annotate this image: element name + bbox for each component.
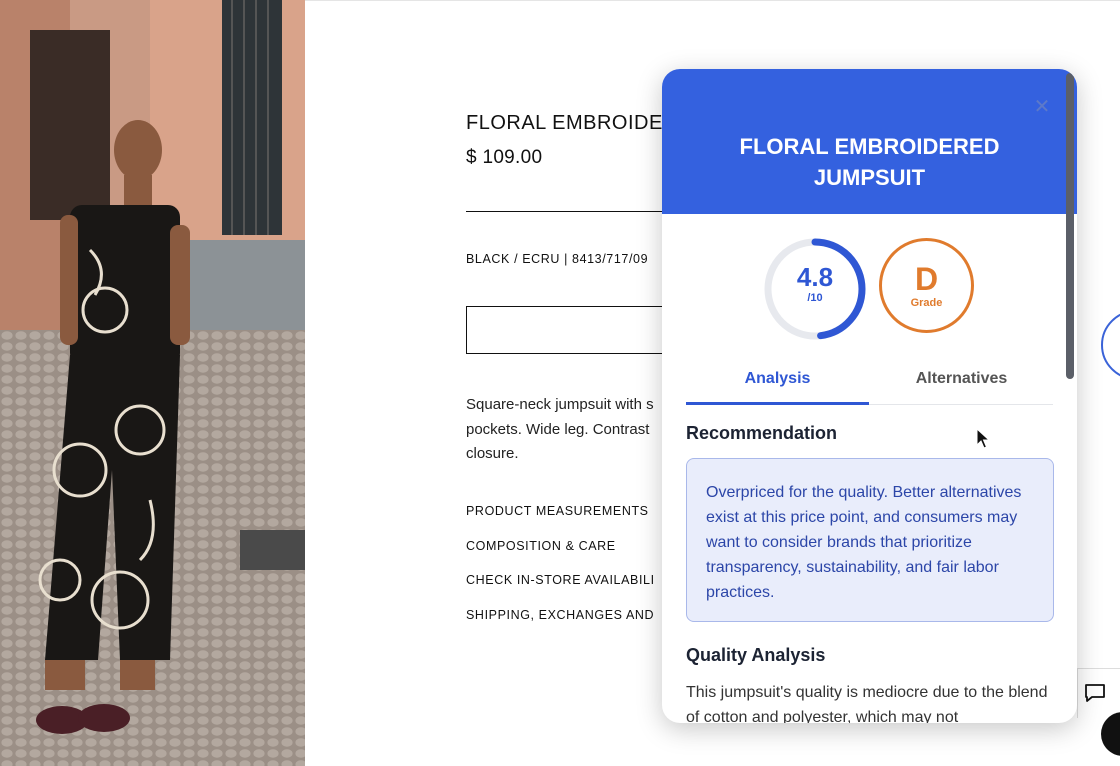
info-divider <box>466 211 676 212</box>
quality-text: This jumpsuit's quality is mediocre due … <box>686 684 1048 723</box>
size-selector[interactable] <box>466 306 676 354</box>
grade-letter: D <box>914 261 939 297</box>
product-title: FLORAL EMBROIDE <box>466 112 663 134</box>
product-links: PRODUCT MEASUREMENTS COMPOSITION & CARE … <box>466 504 655 642</box>
panel-title: FLORAL EMBROIDERED JUMPSUIT <box>739 134 1000 190</box>
product-page: FLORAL EMBROIDE $ 109.00 BLACK / ECRU | … <box>0 0 1120 766</box>
tab-analysis[interactable]: Analysis <box>686 359 869 405</box>
product-description: Square-neck jumpsuit with s pockets. Wid… <box>466 393 666 467</box>
link-shipping-exchanges[interactable]: SHIPPING, EXCHANGES AND <box>466 608 655 643</box>
panel-header: ✕ FLORAL EMBROIDERED JUMPSUIT <box>662 69 1077 214</box>
link-composition-care[interactable]: COMPOSITION & CARE <box>466 539 655 574</box>
product-price: $ 109.00 <box>466 147 543 168</box>
mouse-cursor-icon <box>976 428 990 449</box>
description-line: pockets. Wide leg. Contrast <box>466 420 650 438</box>
close-icon[interactable]: ✕ <box>1030 95 1054 119</box>
recommendation-heading: Recommendation <box>686 423 838 443</box>
header-divider <box>305 0 1120 1</box>
panel-scrollbar[interactable] <box>1066 73 1074 379</box>
score-value: 4.8 <box>796 262 834 292</box>
chat-icon[interactable] <box>1084 683 1106 703</box>
link-product-measurements[interactable]: PRODUCT MEASUREMENTS <box>466 504 655 539</box>
recommendation-box: Overpriced for the quality. Better alter… <box>686 458 1054 622</box>
color-reference: BLACK / ECRU | 8413/717/09 <box>466 252 649 266</box>
product-info: FLORAL EMBROIDE $ 109.00 <box>466 112 686 169</box>
grade-label: Grade <box>910 297 943 309</box>
panel-tabs: Analysis Alternatives <box>686 359 1053 405</box>
link-check-in-store[interactable]: CHECK IN-STORE AVAILABILI <box>466 573 655 608</box>
description-line: Square-neck jumpsuit with s <box>466 396 654 413</box>
rating-panel: ✕ FLORAL EMBROIDERED JUMPSUIT 4.8 /10 D … <box>662 69 1077 723</box>
help-button[interactable] <box>1101 712 1120 756</box>
score-denominator: /10 <box>807 292 823 304</box>
product-photo[interactable] <box>0 0 305 766</box>
quality-heading: Quality Analysis <box>686 645 826 665</box>
description-line: closure. <box>466 445 519 462</box>
floating-extension-button[interactable] <box>1101 310 1120 380</box>
tab-alternatives[interactable]: Alternatives <box>870 359 1053 405</box>
